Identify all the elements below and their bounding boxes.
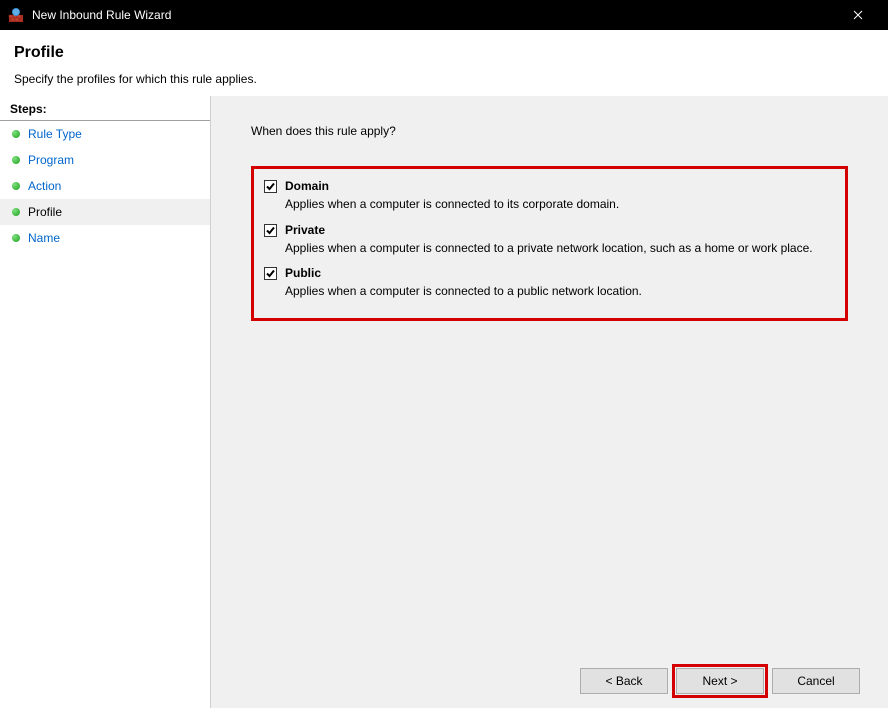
profile-public-row: Public Applies when a computer is connec… bbox=[264, 266, 827, 300]
window-title: New Inbound Rule Wizard bbox=[32, 8, 835, 22]
titlebar: New Inbound Rule Wizard bbox=[0, 0, 888, 30]
bullet-icon bbox=[12, 234, 20, 242]
step-label: Program bbox=[28, 153, 74, 167]
public-checkbox[interactable] bbox=[264, 267, 277, 280]
content-question: When does this rule apply? bbox=[251, 124, 848, 138]
profile-domain-row: Domain Applies when a computer is connec… bbox=[264, 179, 827, 213]
wizard-content: When does this rule apply? Domain Applie… bbox=[210, 96, 888, 708]
domain-checkbox[interactable] bbox=[264, 180, 277, 193]
bullet-icon bbox=[12, 130, 20, 138]
domain-title: Domain bbox=[285, 179, 827, 193]
bullet-icon bbox=[12, 208, 20, 216]
wizard-header: Profile Specify the profiles for which t… bbox=[0, 30, 888, 96]
close-button[interactable] bbox=[835, 0, 880, 30]
private-desc: Applies when a computer is connected to … bbox=[285, 241, 827, 257]
bullet-icon bbox=[12, 182, 20, 190]
profiles-highlight-box: Domain Applies when a computer is connec… bbox=[251, 166, 848, 321]
step-name[interactable]: Name bbox=[0, 225, 210, 251]
steps-sidebar: Steps: Rule Type Program Action Profile … bbox=[0, 96, 210, 708]
step-profile[interactable]: Profile bbox=[0, 199, 210, 225]
cancel-button[interactable]: Cancel bbox=[772, 668, 860, 694]
step-program[interactable]: Program bbox=[0, 147, 210, 173]
step-label: Name bbox=[28, 231, 60, 245]
page-subtitle: Specify the profiles for which this rule… bbox=[14, 72, 874, 86]
firewall-icon bbox=[8, 7, 24, 23]
private-checkbox[interactable] bbox=[264, 224, 277, 237]
step-label: Rule Type bbox=[28, 127, 82, 141]
page-title: Profile bbox=[14, 44, 874, 62]
step-rule-type[interactable]: Rule Type bbox=[0, 121, 210, 147]
bullet-icon bbox=[12, 156, 20, 164]
private-title: Private bbox=[285, 223, 827, 237]
profile-private-row: Private Applies when a computer is conne… bbox=[264, 223, 827, 257]
public-desc: Applies when a computer is connected to … bbox=[285, 284, 827, 300]
domain-desc: Applies when a computer is connected to … bbox=[285, 197, 827, 213]
back-button[interactable]: < Back bbox=[580, 668, 668, 694]
step-action[interactable]: Action bbox=[0, 173, 210, 199]
wizard-buttons: < Back Next > Cancel bbox=[580, 668, 860, 694]
steps-header: Steps: bbox=[0, 96, 210, 121]
step-label: Profile bbox=[28, 205, 62, 219]
next-button[interactable]: Next > bbox=[676, 668, 764, 694]
public-title: Public bbox=[285, 266, 827, 280]
step-label: Action bbox=[28, 179, 61, 193]
